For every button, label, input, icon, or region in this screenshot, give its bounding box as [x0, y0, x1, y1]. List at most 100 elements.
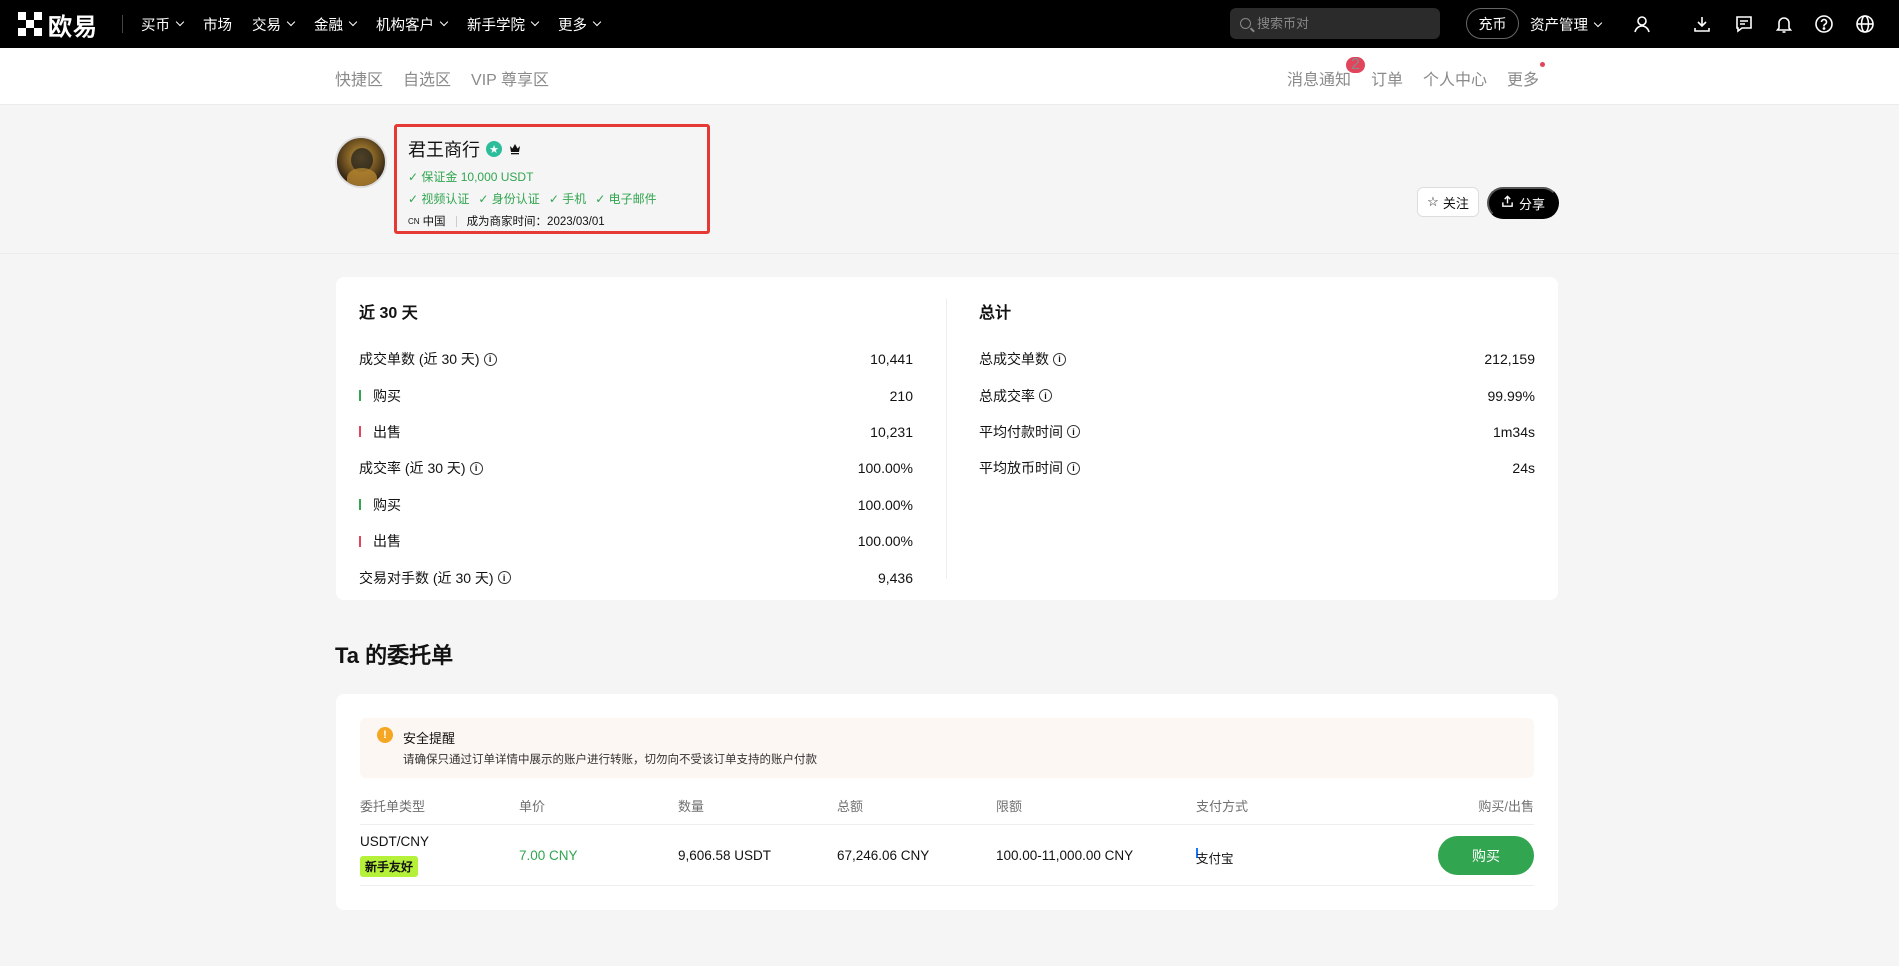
share-icon	[1501, 195, 1514, 211]
help-icon[interactable]	[1812, 12, 1836, 36]
col-price: 单价	[519, 799, 546, 814]
chevron-down-icon	[592, 17, 602, 27]
bell-icon[interactable]	[1772, 12, 1796, 36]
search-icon	[1240, 18, 1251, 29]
top-navbar: 欧易 买币 市场 交易 金融 机构客户 新手学院 更多 充币 资产管理	[0, 0, 1899, 48]
sell-indicator	[359, 426, 361, 438]
stat-row: 平均放币时间 i 24s	[979, 460, 1535, 477]
deposit-amount: ✓ 保证金 10,000 USDT	[408, 170, 534, 184]
order-pair: USDT/CNY	[360, 834, 430, 849]
country-code: CN	[408, 216, 420, 226]
brand-logo[interactable]: 欧易	[18, 0, 98, 48]
info-icon[interactable]: i	[1039, 389, 1052, 403]
order-quantity: 9,606.58 USDT	[678, 848, 772, 863]
stats-total-title: 总计	[979, 305, 1012, 322]
merchant-avatar	[335, 136, 387, 188]
stat-row: 出售 10,231	[359, 414, 913, 450]
orders-section-title: Ta 的委托单	[335, 643, 454, 668]
info-icon[interactable]: i	[1067, 425, 1080, 439]
orders-card: ! 安全提醒 请确保只通过订单详情中展示的账户进行转账，切勿向不受该订单支持的账…	[336, 694, 1558, 910]
notification-count-badge: 2	[1346, 56, 1365, 73]
stat-row: 成交率 (近 30 天) i 100.00%	[359, 460, 913, 477]
info-icon[interactable]: i	[497, 571, 511, 585]
search-input[interactable]	[1257, 16, 1417, 31]
table-divider	[360, 885, 1534, 886]
search-box[interactable]	[1230, 8, 1440, 39]
info-icon[interactable]: i	[469, 461, 483, 475]
star-outline-icon: ☆	[1427, 194, 1439, 209]
more-red-dot	[1540, 62, 1545, 67]
message-icon[interactable]	[1732, 12, 1756, 36]
stat-row: 购买 210	[359, 377, 913, 413]
brand-name: 欧易	[48, 13, 98, 41]
col-payment: 支付方式	[1196, 799, 1249, 814]
order-total: 67,246.06 CNY	[837, 848, 930, 863]
follow-button[interactable]: ☆ 关注	[1417, 187, 1479, 217]
col-total: 总额	[837, 799, 864, 814]
more-link[interactable]: 更多	[1507, 62, 1545, 90]
stat-row: 交易对手数 (近 30 天) i 9,436	[359, 569, 913, 586]
tab-quick-zone[interactable]: 快捷区	[335, 66, 383, 90]
deposit-button[interactable]: 充币	[1466, 8, 1519, 39]
globe-icon[interactable]	[1853, 12, 1877, 36]
col-order-type: 委托单类型	[360, 799, 426, 814]
nav-divider	[122, 15, 123, 33]
country-name: 中国	[422, 216, 446, 228]
stats-recent-title: 近 30 天	[359, 305, 418, 322]
nav-finance[interactable]: 金融	[314, 14, 358, 35]
order-limit: 100.00-11,000.00 CNY	[996, 848, 1134, 863]
merchant-info-highlight: 君王商行 ★ ✓ 保证金 10,000 USDT ✓ 视频认证 ✓ 身份认证 ✓…	[394, 124, 710, 234]
region-divider	[455, 215, 457, 227]
verification-list: ✓ 视频认证 ✓ 身份认证 ✓ 手机 ✓ 电子邮件	[408, 190, 696, 207]
verification-video: ✓ 视频认证	[408, 192, 470, 206]
col-action: 购买/出售	[1478, 799, 1534, 814]
verified-star-icon: ★	[486, 141, 502, 157]
merchant-badge-icon	[508, 143, 521, 156]
nav-market[interactable]: 市场	[203, 14, 232, 35]
okx-logo-icon	[18, 12, 42, 36]
chevron-down-icon	[1593, 18, 1603, 27]
asset-management-menu[interactable]: 资产管理	[1530, 14, 1603, 35]
alert-description: 请确保只通过订单详情中展示的账户进行转账，切勿向不受该订单支持的账户付款	[403, 754, 817, 766]
chevron-down-icon	[175, 17, 185, 27]
info-icon[interactable]: i	[1067, 461, 1080, 475]
buy-button[interactable]: 购买	[1438, 836, 1534, 875]
stats-divider	[946, 299, 947, 579]
download-icon[interactable]	[1690, 12, 1714, 36]
buy-indicator	[359, 390, 361, 402]
nav-buy-crypto[interactable]: 买币	[141, 14, 185, 35]
user-icon[interactable]	[1630, 12, 1654, 36]
personal-center-link[interactable]: 个人中心	[1423, 66, 1487, 90]
share-button[interactable]: 分享	[1487, 187, 1559, 219]
tab-vip-zone[interactable]: VIP 尊享区	[471, 66, 549, 90]
main-nav: 买币 市场 交易 金融 机构客户 新手学院 更多	[141, 14, 602, 35]
chevron-down-icon	[348, 17, 358, 27]
nav-institutional[interactable]: 机构客户	[376, 14, 449, 35]
stats-recent: 近 30 天 成交单数 (近 30 天) i 10,441 购买 210 出售 1…	[359, 299, 913, 596]
info-icon[interactable]: i	[1053, 352, 1066, 366]
merchant-region-row: CN 中国 成为商家时间：2023/03/01	[408, 213, 696, 229]
verification-identity: ✓ 身份认证	[478, 192, 540, 206]
chevron-down-icon	[530, 17, 540, 27]
nav-academy[interactable]: 新手学院	[467, 14, 540, 35]
nav-more[interactable]: 更多	[558, 14, 602, 35]
stat-row: 成交单数 (近 30 天) i 10,441	[359, 351, 913, 368]
col-quantity: 数量	[678, 799, 705, 814]
stats-card: 近 30 天 成交单数 (近 30 天) i 10,441 购买 210 出售 1…	[336, 277, 1558, 600]
notifications-link[interactable]: 消息通知 2	[1287, 56, 1365, 90]
buy-indicator	[359, 499, 361, 511]
sell-indicator	[359, 535, 361, 547]
table-row: USDT/CNY 新手友好 7.00 CNY 9,606.58 USDT 67,…	[360, 825, 1534, 885]
merchant-since: 成为商家时间：2023/03/01	[466, 216, 605, 228]
stat-row: 总成交单数 i 212,159	[979, 351, 1535, 368]
info-icon[interactable]: i	[483, 352, 497, 366]
tab-watchlist-zone[interactable]: 自选区	[403, 66, 451, 90]
stat-row: 出售 100.00%	[359, 523, 913, 559]
nav-trade[interactable]: 交易	[252, 14, 296, 35]
orders-link[interactable]: 订单	[1371, 66, 1403, 90]
stat-row: 购买 100.00%	[359, 487, 913, 523]
verification-email: ✓ 电子邮件	[595, 192, 657, 206]
alert-title: 安全提醒	[403, 731, 456, 746]
warning-icon: !	[377, 727, 393, 743]
newbie-friendly-tag: 新手友好	[360, 856, 419, 877]
